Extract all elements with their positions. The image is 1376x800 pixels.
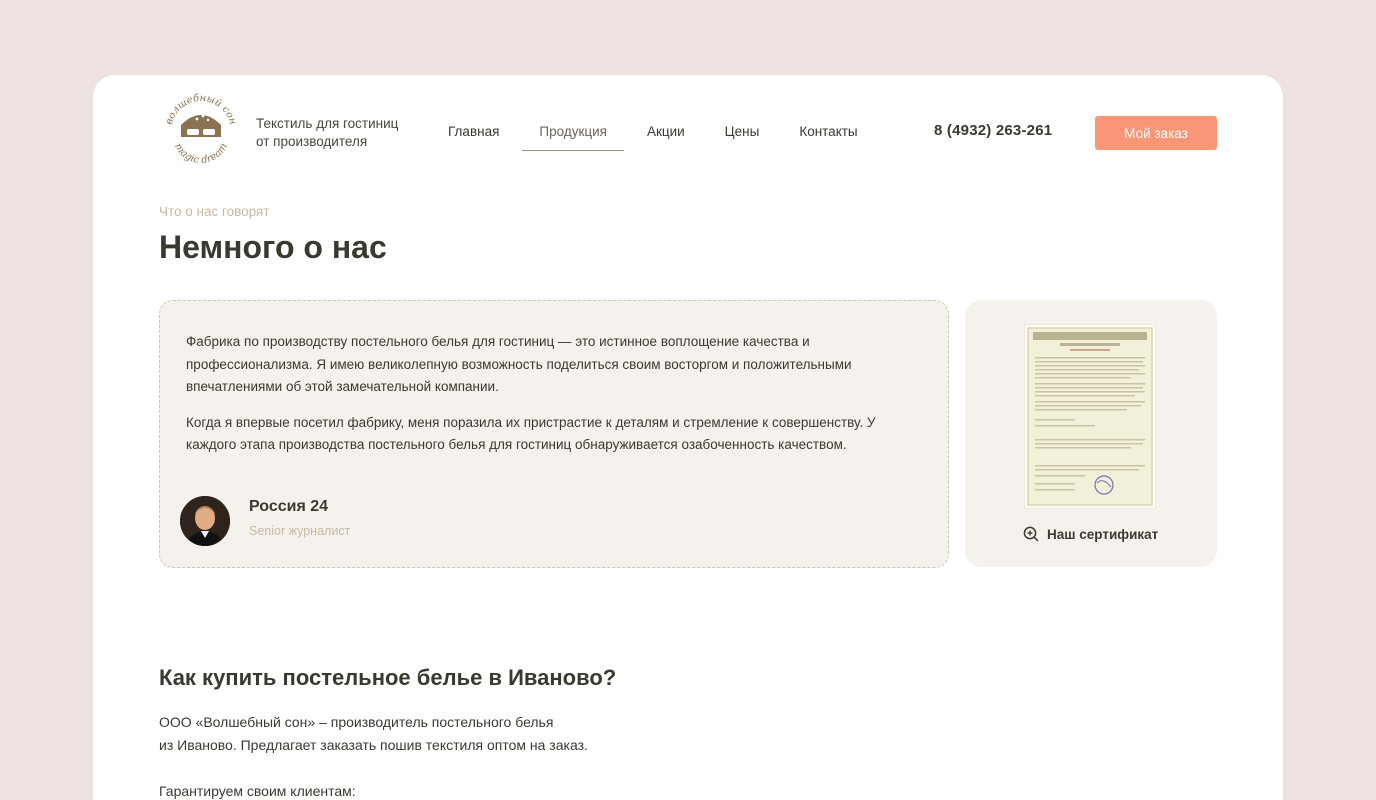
certificate-thumbnail[interactable]	[1025, 325, 1155, 508]
tagline: Текстиль для гостиниц от производителя	[256, 115, 426, 151]
page-container: волшебный сон magic dream Текстиль для г…	[93, 75, 1283, 800]
zoom-in-icon	[1023, 526, 1039, 542]
nav-item-home[interactable]: Главная	[431, 115, 516, 151]
main-nav: Главная Продукция Акции Цены Контакты	[431, 115, 881, 151]
tagline-line: Текстиль для гостиниц	[256, 116, 399, 131]
nav-item-contacts[interactable]: Контакты	[782, 115, 874, 151]
buy-text-line: ООО «Волшебный сон» – производитель пост…	[159, 714, 554, 730]
review-paragraph: Когда я впервые посетил фабрику, меня по…	[186, 414, 876, 453]
review-paragraph: Фабрика по производству постельного бель…	[186, 334, 852, 394]
review-author-role: Senior журналист	[249, 524, 351, 538]
nav-item-prices[interactable]: Цены	[708, 115, 777, 151]
section-eyebrow: Что о нас говорят	[159, 204, 270, 219]
phone-link[interactable]: 8 (4932) 263-261	[934, 122, 1052, 139]
avatar-photo-icon	[180, 496, 230, 546]
review-text: Фабрика по производству постельного бель…	[186, 331, 886, 470]
logo[interactable]: волшебный сон magic dream	[163, 91, 239, 167]
certificate-card[interactable]: Наш сертификат	[965, 300, 1217, 567]
avatar	[180, 496, 230, 546]
buy-text-line: из Иваново. Предлагает заказать пошив те…	[159, 737, 588, 753]
tagline-line: от производителя	[256, 134, 368, 149]
my-order-button[interactable]: Мой заказ	[1095, 116, 1217, 150]
certificate-button-label: Наш сертификат	[1047, 526, 1159, 542]
certificate-button[interactable]: Наш сертификат	[1023, 526, 1158, 542]
buy-section-title: Как купить постельное белье в Иваново?	[159, 665, 617, 690]
review-card: Фабрика по производству постельного бель…	[159, 300, 949, 568]
guarantee-label: Гарантируем своим клиентам:	[159, 783, 356, 799]
page-title: Немного о нас	[159, 229, 387, 265]
logo-emblem-icon: волшебный сон magic dream	[164, 93, 238, 166]
review-author-name: Россия 24	[249, 498, 329, 515]
svg-text:magic dream: magic dream	[172, 141, 230, 166]
nav-item-promotions[interactable]: Акции	[630, 115, 702, 151]
certificate-document-icon	[1027, 327, 1153, 506]
buy-section-text: ООО «Волшебный сон» – производитель пост…	[159, 711, 679, 757]
nav-item-products[interactable]: Продукция	[522, 115, 624, 151]
